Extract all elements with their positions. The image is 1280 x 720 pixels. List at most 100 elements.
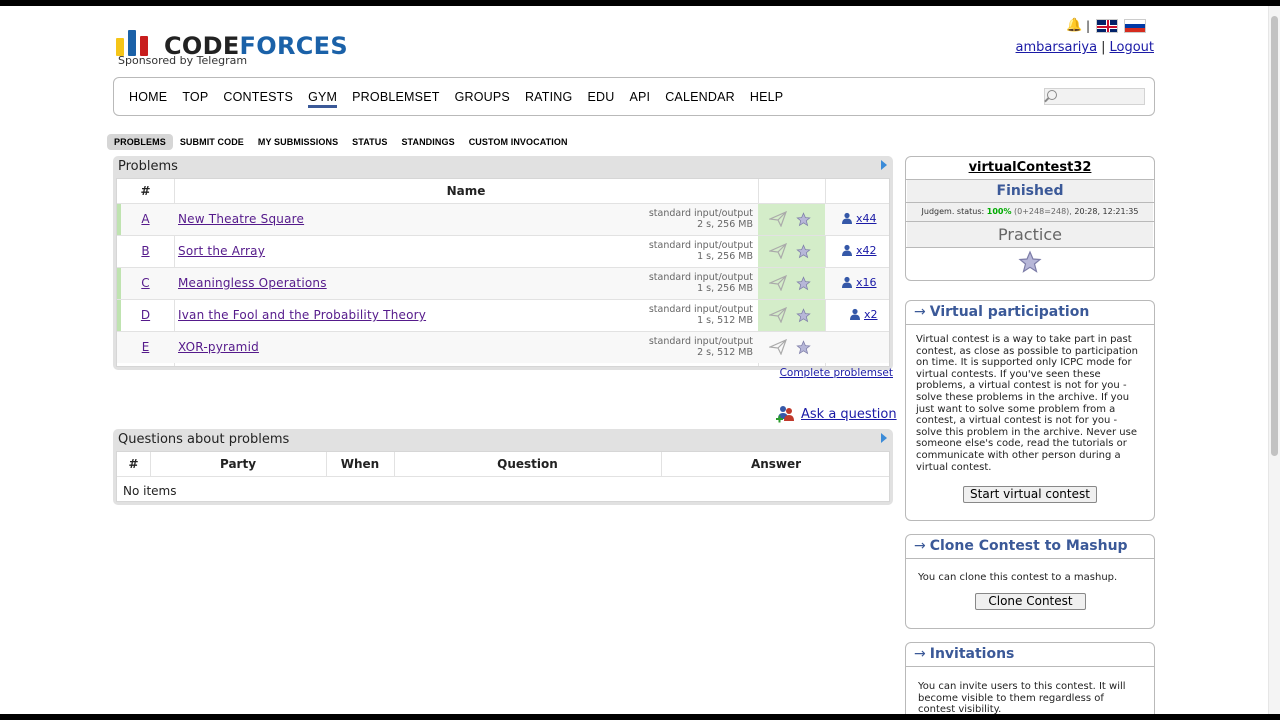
clone-contest-button[interactable]: Clone Contest: [975, 593, 1086, 610]
paper-plane-icon[interactable]: [769, 307, 787, 323]
username-link[interactable]: ambarsariya: [1016, 40, 1098, 55]
tab-my-submissions[interactable]: MY SUBMISSIONS: [251, 134, 345, 150]
problem-name-link[interactable]: Ivan the Fool and the Probability Theory: [178, 308, 426, 322]
problem-time-memory: 1 s, 256 MB: [697, 283, 753, 294]
solvers-count[interactable]: x16: [841, 276, 877, 289]
star-icon[interactable]: [796, 308, 811, 323]
problem-index-link[interactable]: D: [141, 308, 150, 322]
problem-name: Ivan the Fool and the Probability Theory: [178, 308, 426, 322]
page-scrollbar[interactable]: [1268, 6, 1280, 714]
questions-table-body: # Party When Question Answer No items: [116, 451, 890, 502]
menu-item-calendar[interactable]: CALENDAR: [665, 90, 735, 104]
tab-standings[interactable]: STANDINGS: [394, 134, 461, 150]
tab-submit-code[interactable]: SUBMIT CODE: [173, 134, 251, 150]
expand-arrow-icon[interactable]: [881, 433, 887, 443]
user-icon: [842, 244, 852, 256]
arrow-icon: →: [914, 538, 926, 554]
menu-item-home[interactable]: HOME: [129, 90, 167, 104]
problem-name-link[interactable]: Sort the Array: [178, 244, 265, 258]
uk-flag-icon[interactable]: [1096, 19, 1119, 33]
solvers-count[interactable]: x44: [841, 212, 877, 225]
problem-name: Meaningless Operations: [178, 276, 327, 290]
invitations-box: → Invitations You can invite users to thi…: [905, 642, 1155, 714]
menu-item-gym[interactable]: GYM: [308, 90, 338, 108]
solvers-count-link[interactable]: x2: [864, 308, 878, 321]
paper-plane-icon[interactable]: [769, 211, 787, 227]
menu-item-top[interactable]: TOP: [182, 90, 208, 104]
logo-bar-blue: [128, 30, 136, 56]
user-icon: [850, 308, 860, 320]
star-icon[interactable]: [796, 340, 811, 355]
start-virtual-contest-button[interactable]: Start virtual contest: [963, 486, 1097, 503]
language-bar: 🔔 |: [1066, 18, 1147, 34]
virtual-participation-text: Virtual contest is a way to take part in…: [916, 334, 1139, 473]
column-header-name: Name: [446, 184, 486, 198]
paper-plane-icon[interactable]: [769, 275, 787, 291]
column-divider: [326, 452, 327, 476]
tab-problems[interactable]: PROBLEMS: [107, 134, 173, 150]
solvers-count-link[interactable]: x42: [856, 244, 877, 257]
problem-name-link[interactable]: New Theatre Square: [178, 212, 304, 226]
menu-item-problemset[interactable]: PROBLEMSET: [352, 90, 439, 104]
menu-item-help[interactable]: HELP: [750, 90, 783, 104]
solvers-count[interactable]: x42: [841, 244, 877, 257]
expand-arrow-icon[interactable]: [881, 160, 887, 170]
problem-row-c: C Meaningless Operations standard input/…: [117, 267, 889, 299]
search-icon: [1047, 90, 1057, 100]
column-header-question: Question: [497, 457, 558, 471]
problem-name-link[interactable]: XOR-pyramid: [178, 340, 259, 354]
users-add-icon[interactable]: [775, 404, 795, 424]
column-header-index: #: [128, 457, 139, 471]
problem-time-memory: 1 s, 512 MB: [697, 315, 753, 326]
star-icon[interactable]: [796, 212, 811, 227]
problem-index-link[interactable]: E: [142, 340, 150, 354]
divider: [906, 558, 1154, 559]
problem-limits: standard input/output 1 s, 256 MB: [649, 240, 753, 262]
problem-name-link[interactable]: Meaningless Operations: [178, 276, 327, 290]
problem-index-link[interactable]: C: [141, 276, 149, 290]
browser-viewport: CODEFORCES Sponsored by Telegram 🔔 | amb…: [0, 6, 1280, 714]
clone-contest-text: You can clone this contest to a mashup.: [918, 572, 1118, 583]
solvers-count-link[interactable]: x44: [856, 212, 877, 225]
menu-item-rating[interactable]: RATING: [525, 90, 573, 104]
complete-problemset-link[interactable]: Complete problemset: [780, 367, 893, 379]
menu-item-api[interactable]: API: [629, 90, 650, 104]
problem-index: C: [117, 276, 174, 290]
problem-io: standard input/output: [648, 304, 753, 315]
contest-status: Finished: [907, 180, 1153, 202]
tab-status[interactable]: STATUS: [345, 134, 394, 150]
paper-plane-icon[interactable]: [769, 339, 787, 355]
questions-caption: Questions about problems: [118, 432, 290, 447]
problem-index-link[interactable]: B: [141, 244, 149, 258]
logout-link[interactable]: Logout: [1109, 40, 1154, 55]
problem-row-b: B Sort the Array standard input/output 1 …: [117, 235, 889, 267]
problems-table: Problems # Name A New Theatre Square sta…: [113, 156, 893, 370]
clone-title-text: Clone Contest to Mashup: [929, 538, 1128, 554]
logo-bar-red: [140, 36, 148, 56]
problem-row-e: E XOR-pyramid standard input/output 2 s, …: [117, 331, 889, 363]
problem-index-link[interactable]: A: [141, 212, 149, 226]
paper-plane-icon[interactable]: [769, 243, 787, 259]
divider: [906, 666, 1154, 667]
problem-index: B: [117, 244, 174, 258]
search-input[interactable]: [1044, 88, 1145, 105]
bell-icon[interactable]: 🔔: [1066, 19, 1082, 33]
problem-name: Sort the Array: [178, 244, 265, 258]
judge-detail: (0+248=248),: [1014, 207, 1072, 216]
tab-custom-invocation[interactable]: CUSTOM INVOCATION: [462, 134, 575, 150]
problem-index: E: [117, 340, 174, 354]
ru-flag-icon[interactable]: [1124, 19, 1147, 33]
menu-item-groups[interactable]: GROUPS: [455, 90, 510, 104]
scrollbar-thumb[interactable]: [1271, 16, 1278, 456]
problem-limits: standard input/output 2 s, 512 MB: [649, 336, 753, 358]
menu-item-edu[interactable]: EDU: [587, 90, 614, 104]
star-icon[interactable]: [1018, 250, 1042, 274]
contest-name-link[interactable]: virtualContest32: [969, 160, 1092, 175]
star-icon[interactable]: [796, 244, 811, 259]
star-icon[interactable]: [796, 276, 811, 291]
solvers-count[interactable]: x2: [849, 308, 878, 321]
problem-time-memory: 2 s, 512 MB: [697, 347, 753, 358]
ask-question-link[interactable]: Ask a question: [801, 407, 897, 422]
solvers-count-link[interactable]: x16: [856, 276, 877, 289]
menu-item-contests[interactable]: CONTESTS: [223, 90, 293, 104]
